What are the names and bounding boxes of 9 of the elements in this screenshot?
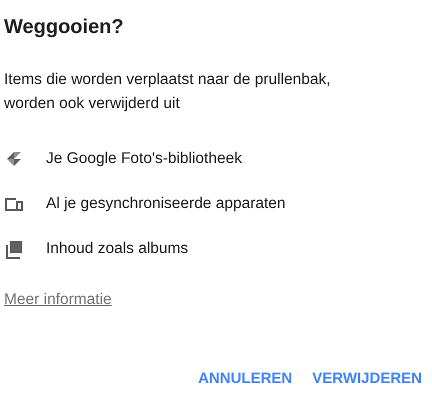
more-info-link[interactable]: Meer informatie [4, 291, 112, 309]
albums-icon [4, 239, 24, 259]
item-label: Al je gesynchroniseerde apparaten [46, 195, 286, 213]
dialog-title: Weggooien? [4, 15, 125, 40]
cancel-button[interactable]: ANNULEREN [192, 362, 298, 395]
delete-button[interactable]: VERWIJDEREN [306, 362, 428, 395]
dialog-message: Items die worden verplaatst naar de prullenbak, worden ook verwijderd uit [4, 70, 332, 114]
item-label: Je Google Foto's-bibliotheek [46, 150, 242, 168]
item-label: Inhoud zoals albums [46, 240, 188, 258]
